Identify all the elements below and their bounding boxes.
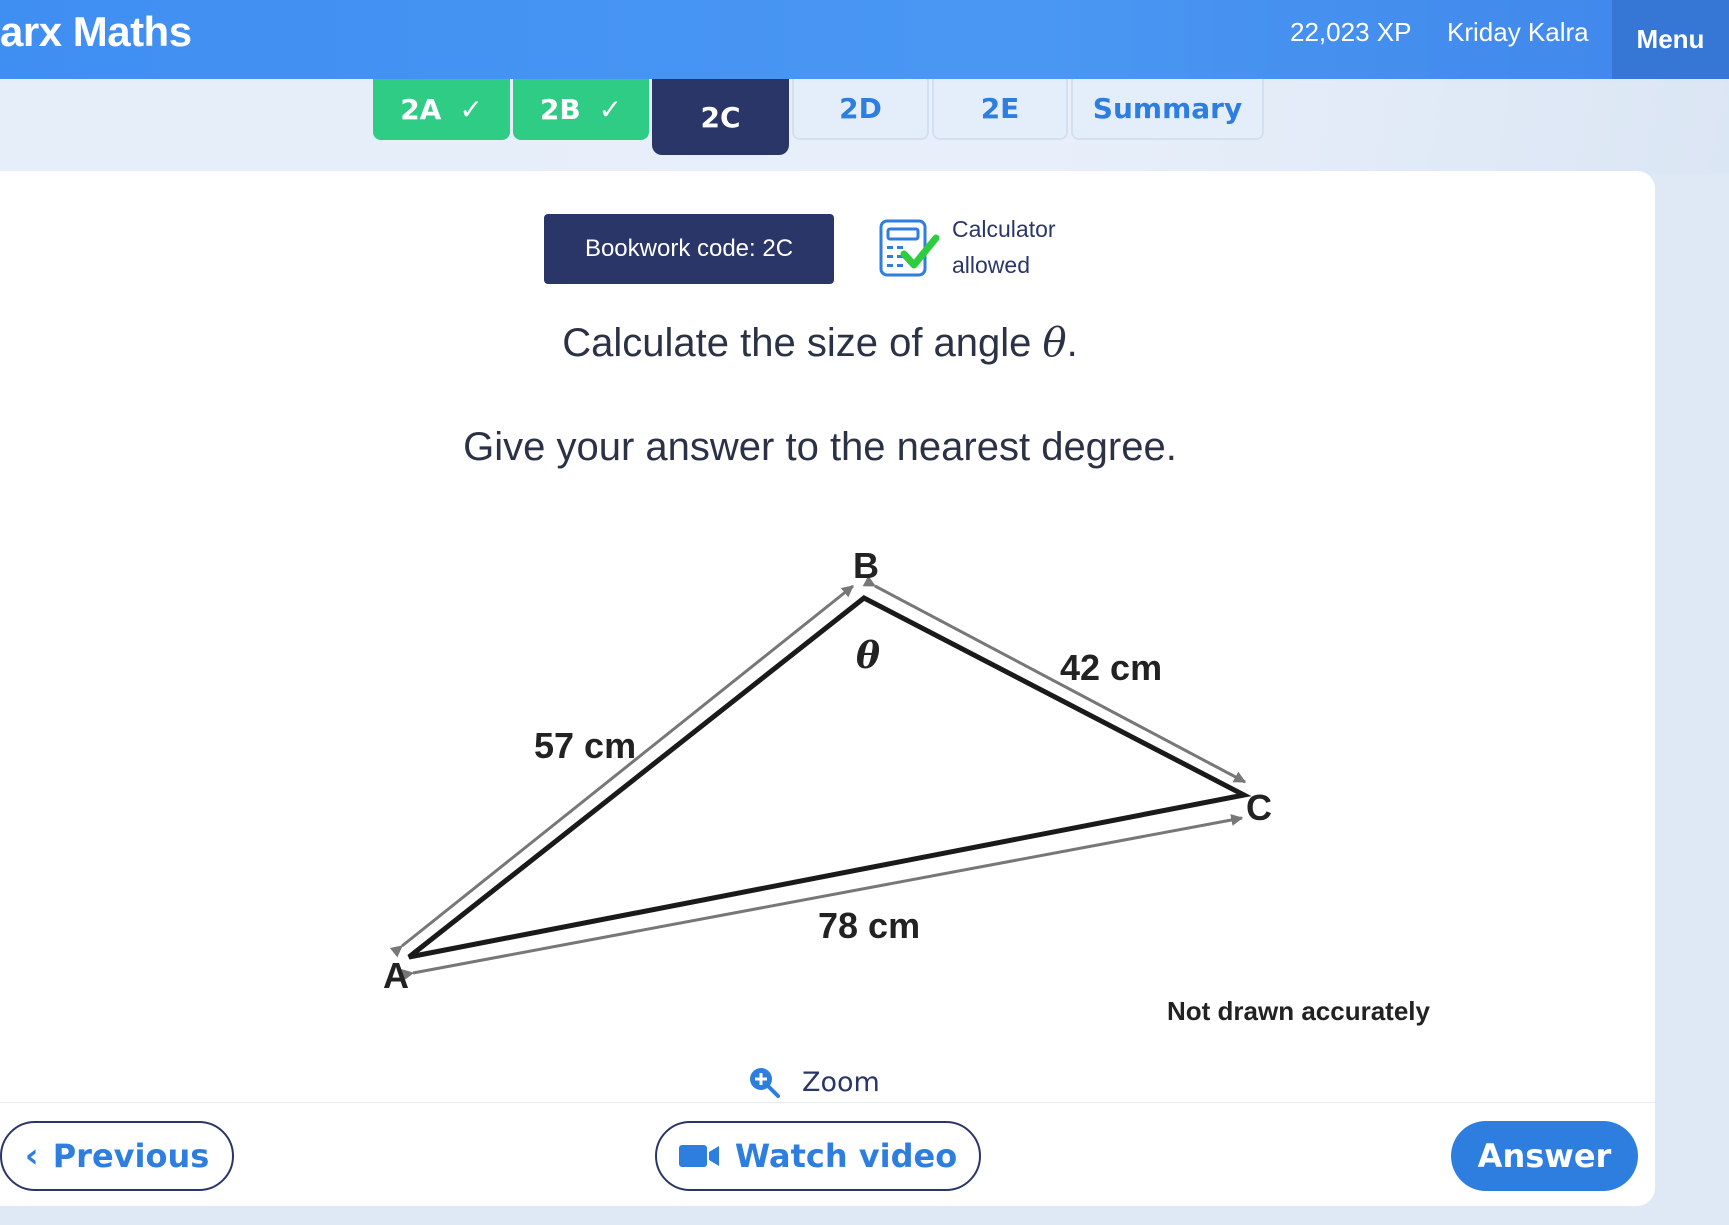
zoom-button[interactable]: Zoom xyxy=(748,1062,880,1102)
zoom-label: Zoom xyxy=(802,1066,880,1098)
tab-label: 2E xyxy=(980,92,1020,125)
checkmark-icon: ✓ xyxy=(598,93,623,126)
zoom-in-icon xyxy=(750,1068,780,1098)
watch-video-label: Watch video xyxy=(734,1137,958,1175)
tab-2a[interactable]: 2A ✓ xyxy=(373,79,510,140)
question-prompt: Calculate the size of angle θ. xyxy=(0,320,1640,366)
prompt-end: . xyxy=(1066,321,1078,365)
app-title: arx Maths xyxy=(0,8,192,55)
tab-2c[interactable]: 2C xyxy=(652,79,789,155)
previous-button[interactable]: ‹ Previous xyxy=(0,1121,234,1191)
previous-label: Previous xyxy=(52,1137,210,1175)
tab-label: 2C xyxy=(700,100,741,134)
video-camera-icon xyxy=(678,1145,719,1167)
checkmark-icon: ✓ xyxy=(459,93,483,126)
menu-button[interactable]: Menu xyxy=(1612,0,1729,79)
calculator-icon xyxy=(879,219,940,277)
calculator-status: allowed xyxy=(952,252,1030,278)
watch-video-button[interactable]: Watch video xyxy=(655,1121,981,1191)
tab-label: 2B xyxy=(539,93,581,126)
tab-label: 2A xyxy=(400,93,442,126)
tab-summary[interactable]: Summary xyxy=(1071,79,1264,140)
prompt-text: Calculate the size of angle xyxy=(562,321,1043,365)
theta-symbol: θ xyxy=(1042,320,1067,366)
chevron-left-icon: ‹ xyxy=(24,1136,39,1176)
bookwork-code: Bookwork code: 2C xyxy=(544,214,834,284)
tab-label: 2D xyxy=(839,92,882,125)
user-name[interactable]: Kriday Kalra xyxy=(1447,17,1589,48)
answer-button[interactable]: Answer xyxy=(1451,1121,1638,1191)
tab-2b[interactable]: 2B ✓ xyxy=(513,79,649,140)
footer-divider xyxy=(0,1102,1655,1103)
xp-counter: 22,023 XP xyxy=(1290,17,1412,47)
question-instruction: Give your answer to the nearest degree. xyxy=(463,425,1177,469)
tab-2e[interactable]: 2E xyxy=(932,79,1068,140)
calculator-label: Calculator xyxy=(952,216,1056,242)
tab-2d[interactable]: 2D xyxy=(792,79,929,140)
tab-label: Summary xyxy=(1092,92,1243,125)
